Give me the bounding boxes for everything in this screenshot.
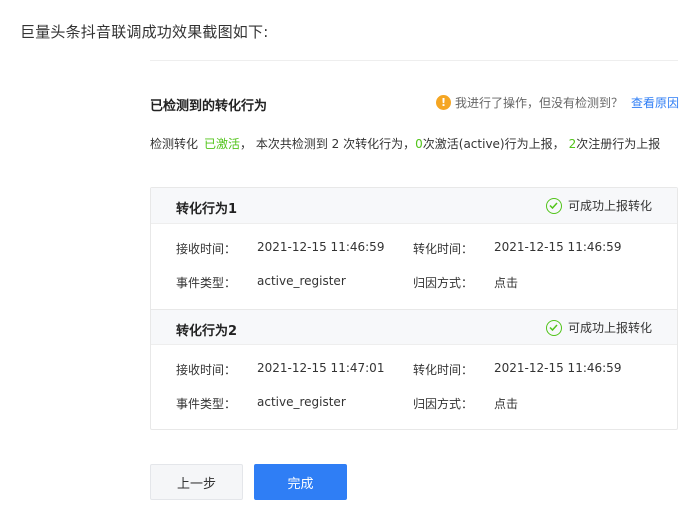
divider	[150, 60, 678, 61]
report-status-text: 可成功上报转化	[567, 321, 652, 335]
convert-time-label: 转化时间：	[413, 363, 474, 377]
help-hint: ! 我进行了操作，但没有检测到？ 查看原因	[435, 94, 679, 111]
event-type-label: 事件类型：	[176, 397, 237, 411]
detection-summary: 检测转化 已激活， 本次共检测到 2 次转化行为，0次激活(active)行为上报…	[150, 134, 678, 154]
receive-time-label: 接收时间：	[176, 242, 237, 256]
attribution-label: 归因方式：	[413, 397, 474, 411]
summary-part1: ， 本次共检测到 2 次转化行为，	[240, 137, 416, 151]
receive-time-value: 2021-12-15 11:46:59	[257, 240, 385, 254]
receive-time-value: 2021-12-15 11:47:01	[257, 361, 385, 375]
finish-button[interactable]: 完成	[254, 464, 347, 500]
check-circle-icon	[545, 319, 562, 336]
event-type-label: 事件类型：	[176, 276, 237, 290]
conversion-item-header: 转化行为2 可成功上报转化	[151, 309, 677, 345]
warning-icon: !	[435, 95, 451, 110]
conversion-item-title: 转化行为2	[176, 324, 238, 339]
convert-time-label: 转化时间：	[413, 242, 474, 256]
conversion-item-header: 转化行为1 可成功上报转化	[151, 188, 677, 224]
report-status: 可成功上报转化	[545, 319, 652, 336]
check-circle-icon	[545, 197, 562, 214]
help-text: 我进行了操作，但没有检测到？	[454, 96, 623, 110]
report-status: 可成功上报转化	[545, 197, 652, 214]
receive-time-label: 接收时间：	[176, 363, 237, 377]
activation-status: 已激活	[204, 137, 241, 151]
conversion-item-title: 转化行为1	[176, 202, 238, 217]
attribution-value: 点击	[494, 276, 519, 290]
convert-time-value: 2021-12-15 11:46:59	[494, 361, 622, 375]
active-count: 0	[415, 137, 423, 151]
view-reason-link[interactable]: 查看原因	[631, 94, 679, 111]
report-status-text: 可成功上报转化	[567, 199, 652, 213]
summary-part2: 次激活(active)行为上报，	[422, 137, 565, 151]
event-type-value: active_register	[257, 395, 346, 409]
event-type-value: active_register	[257, 274, 346, 288]
section-title: 已检测到的转化行为	[150, 99, 268, 114]
conversion-list-card: 转化行为1 可成功上报转化 接收时间： 2021-12-15 11:46:59 …	[150, 187, 678, 430]
intro-text: 巨量头条抖音联调成功效果截图如下:	[20, 23, 269, 41]
summary-prefix: 检测转化	[150, 137, 199, 151]
attribution-label: 归因方式：	[413, 276, 474, 290]
previous-step-button[interactable]: 上一步	[150, 464, 243, 500]
convert-time-value: 2021-12-15 11:46:59	[494, 240, 622, 254]
attribution-value: 点击	[494, 397, 519, 411]
summary-part3: 次注册行为上报	[576, 137, 661, 151]
